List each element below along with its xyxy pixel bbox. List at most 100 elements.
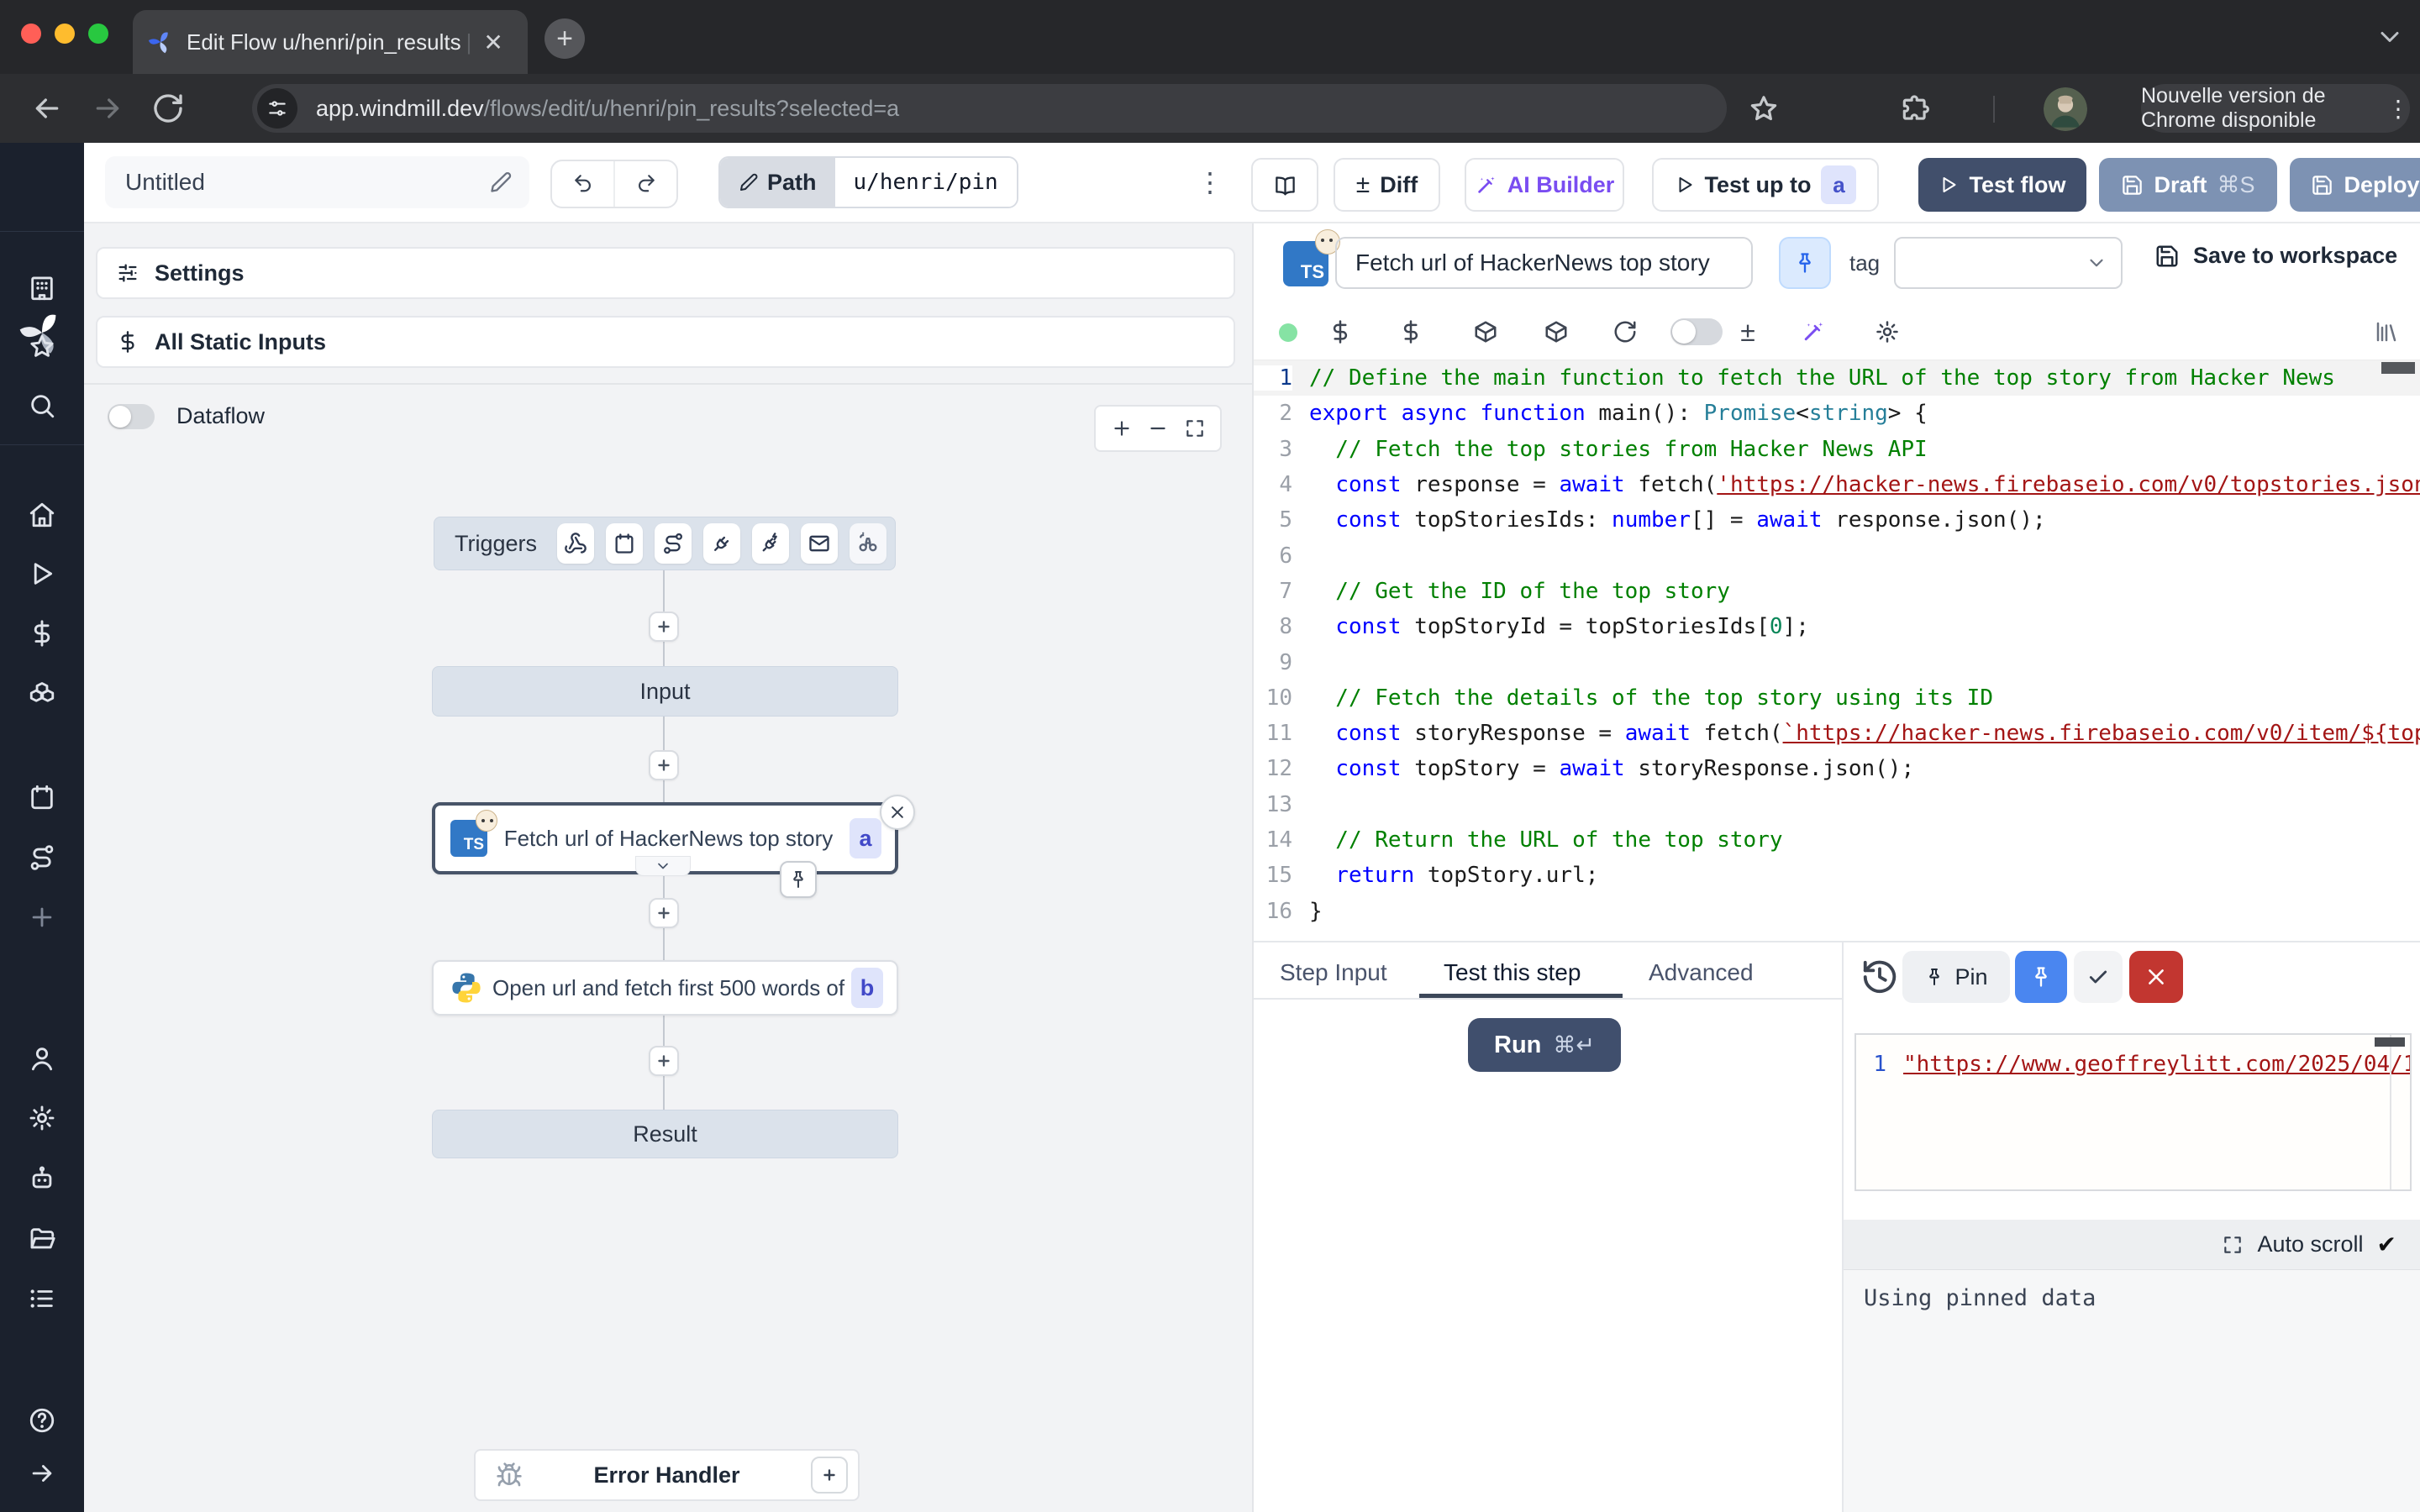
zoom-in-icon[interactable] [1111,417,1133,439]
sidebar-item-workspace[interactable] [28,274,56,302]
sidebar-item-home[interactable] [28,501,56,529]
accept-button[interactable] [2074,951,2123,1003]
browser-menu-kebab-icon[interactable]: ⋮ [2386,95,2410,123]
tag-select[interactable] [1894,237,2123,289]
redo-button[interactable] [613,161,676,207]
browser-tab[interactable]: Edit Flow u/henri/pin_results | ✕ [133,10,528,74]
diff-button[interactable]: ± Diff [1334,158,1440,212]
bookmark-star-icon[interactable] [1748,93,1780,125]
close-window-button[interactable] [21,24,41,44]
sidebar-item-schedules[interactable] [28,783,56,811]
minimize-window-button[interactable] [55,24,75,44]
address-bar[interactable]: app.windmill.dev/flows/edit/u/henri/pin_… [252,84,1727,133]
poll-trigger-icon[interactable] [850,523,886,564]
tab-close-icon[interactable]: ✕ [483,29,502,56]
expand-icon[interactable] [2222,1234,2244,1256]
auto-scroll-label[interactable]: Auto scroll [2257,1231,2363,1257]
resources-icon[interactable] [1469,315,1502,349]
sidebar-item-variables[interactable] [28,619,56,648]
plus-minus-icon[interactable]: ± [1731,315,1765,349]
pin-button[interactable]: Pin [1902,951,2010,1003]
step-node-b[interactable]: Open url and fetch first 500 words of ..… [432,960,898,1016]
pinned-data-editor[interactable]: 1"https://www.geoffreylitt.com/2025/04/1… [1854,1033,2412,1191]
code-editor[interactable]: 1// Define the main function to fetch th… [1254,360,2420,941]
sidebar-item-add[interactable] [28,903,56,932]
flow-settings-row[interactable]: Settings [96,247,1235,299]
undo-button[interactable] [552,161,613,207]
zoom-out-icon[interactable] [1147,417,1169,439]
sidebar-item-settings[interactable] [28,1104,56,1132]
add-error-handler-button[interactable] [811,1457,848,1494]
email-trigger-icon[interactable] [801,523,838,564]
sidebar-item-groups[interactable] [28,1284,56,1313]
dataflow-toggle[interactable] [108,404,155,429]
maximize-window-button[interactable] [88,24,108,44]
sidebar-item-routes[interactable] [28,843,56,872]
extensions-icon[interactable] [1899,93,1931,125]
docs-button[interactable] [1251,158,1318,212]
input-node[interactable]: Input [432,666,898,717]
close-button[interactable] [2129,951,2183,1003]
step-title-input[interactable]: Fetch url of HackerNews top story [1335,237,1753,289]
sidebar-item-folders[interactable] [28,1225,56,1253]
add-step-button[interactable] [649,612,679,642]
tab-step-input[interactable]: Step Input [1280,949,1387,996]
site-info-icon[interactable] [257,88,297,129]
sidebar-item-user[interactable] [28,1044,56,1073]
sidebar-collapse-icon[interactable] [28,1459,56,1488]
sidebar-item-help[interactable] [28,1406,56,1435]
sidebar-item-favorites[interactable] [28,333,56,361]
ai-builder-button[interactable]: AI Builder [1465,158,1624,212]
save-to-workspace-button[interactable]: Save to workspace [2154,243,2397,269]
save-draft-button[interactable]: Draft ⌘S [2099,158,2277,212]
error-handler-node[interactable]: Error Handler [474,1449,860,1501]
check-icon[interactable]: ✔ [2377,1231,2396,1258]
back-icon[interactable] [30,92,64,125]
static-inputs-icon[interactable] [1323,315,1357,349]
history-icon[interactable] [1860,958,1899,996]
new-tab-button[interactable]: + [544,18,585,59]
all-static-inputs-row[interactable]: All Static Inputs [96,316,1235,368]
pinned-data-badge[interactable] [780,861,817,898]
toolbar-kebab-button[interactable]: ⋮ [1189,161,1231,203]
triggers-node[interactable]: Triggers [434,517,896,570]
sidebar-item-runs[interactable] [28,559,56,588]
add-step-button[interactable] [649,898,679,928]
fit-view-icon[interactable] [1184,417,1206,439]
sidebar-item-resources[interactable] [28,680,56,709]
editor-toggle[interactable] [1670,318,1723,345]
collapse-step-button[interactable] [635,856,691,876]
webhook-trigger-icon[interactable] [557,523,594,564]
ai-wand-icon[interactable] [1797,315,1830,349]
edit-pencil-icon[interactable] [489,171,513,194]
tab-advanced[interactable]: Advanced [1649,949,1754,996]
test-flow-button[interactable]: Test flow [1918,158,2086,212]
schedule-trigger-icon[interactable] [606,523,643,564]
pin-toggle-button[interactable] [1779,237,1831,289]
forward-icon[interactable] [91,92,124,125]
variables-icon[interactable] [1394,315,1428,349]
path-button[interactable]: Path [720,158,835,207]
result-node[interactable]: Result [432,1110,898,1158]
remove-step-button[interactable] [880,795,915,830]
tab-test-this-step[interactable]: Test this step [1444,949,1581,996]
scrollbar-thumb[interactable] [2375,1037,2405,1047]
path-group[interactable]: Path u/henri/pin [718,156,1018,208]
add-step-button[interactable] [649,1046,679,1076]
flow-name-input[interactable]: Untitled [105,156,529,208]
reset-icon[interactable] [1608,315,1642,349]
pin-active-button[interactable] [2015,951,2067,1003]
editor-settings-icon[interactable] [1870,315,1904,349]
chrome-update-chip[interactable]: Nouvelle version de Chrome disponible ⋮ [2141,84,2410,133]
sidebar-item-search[interactable] [28,391,56,420]
scrollbar-thumb[interactable] [2381,362,2415,374]
deploy-button[interactable]: Deploy [2290,158,2420,212]
window-chevron-down-icon[interactable] [2375,22,2405,52]
run-button[interactable]: Run ⌘↵ [1468,1018,1621,1072]
library-icon[interactable] [2370,315,2403,349]
sidebar-item-ai-bot[interactable] [28,1164,56,1193]
test-up-to-button[interactable]: Test up to a [1652,158,1879,212]
test-up-to-step-badge[interactable]: a [1821,165,1856,204]
reload-icon[interactable] [151,92,185,125]
add-step-button[interactable] [649,750,679,780]
